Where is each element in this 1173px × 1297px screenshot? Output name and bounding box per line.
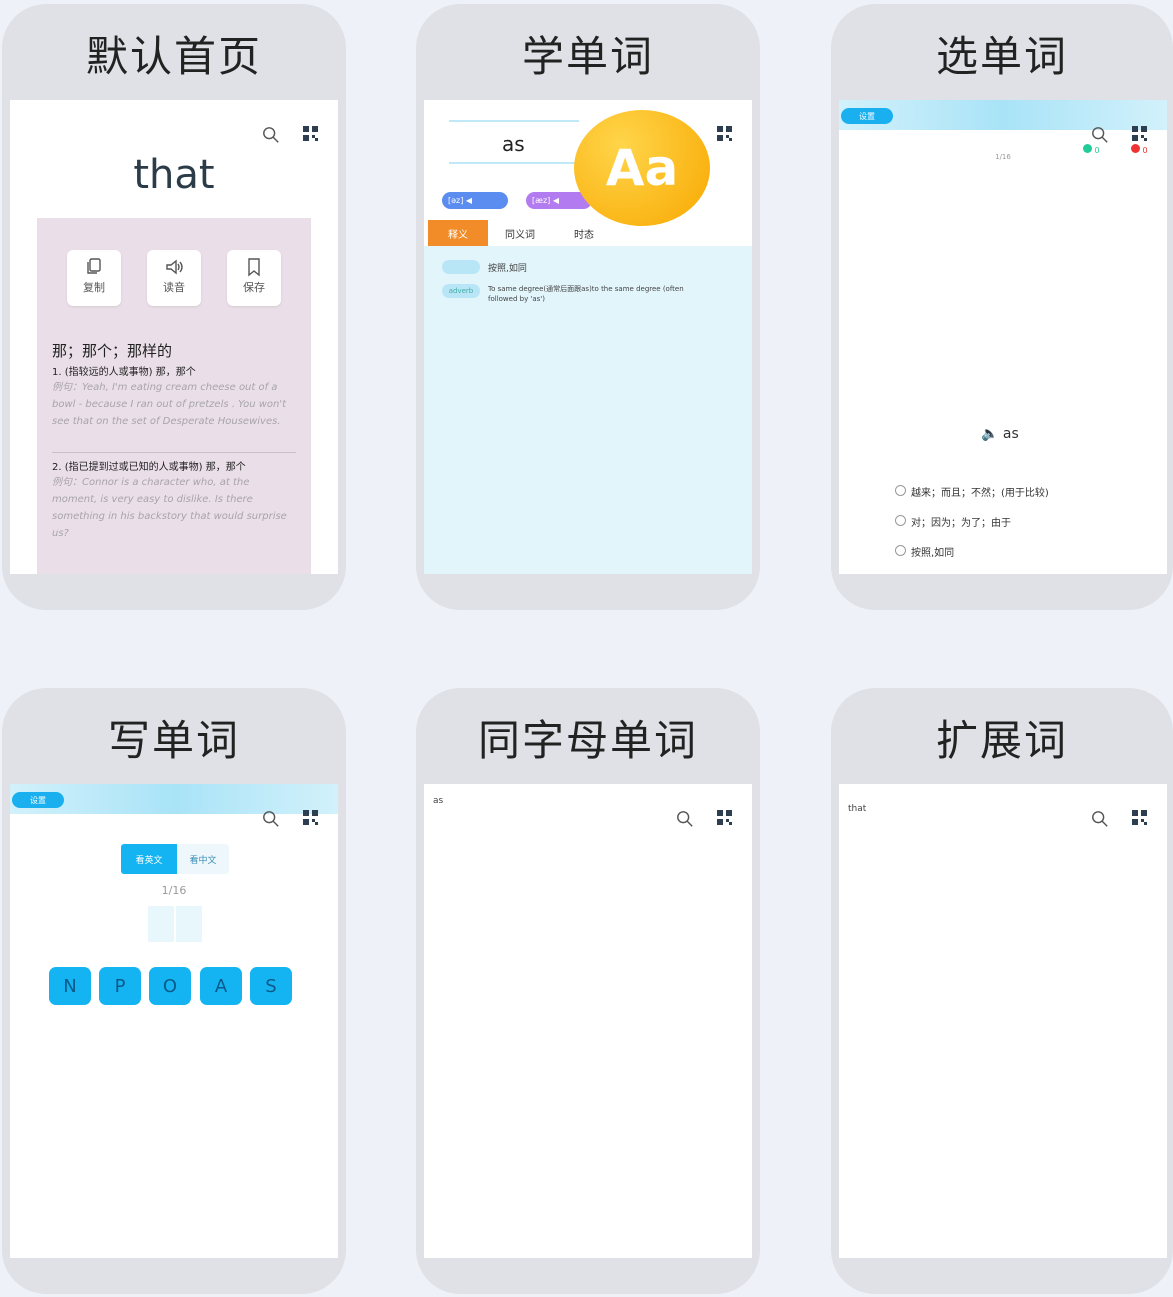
sense-example: 例句：Connor is a character who, at the mom… (52, 477, 287, 539)
letter-key[interactable]: O (149, 967, 191, 1005)
header-band: 设置 (10, 784, 338, 814)
letter-key[interactable]: P (99, 967, 141, 1005)
letter-key[interactable]: A (200, 967, 242, 1005)
tab-tense[interactable]: 时态 (552, 220, 616, 246)
phone-title: 扩展词 (935, 715, 1068, 765)
screen: that (839, 784, 1167, 1258)
pos-tag (442, 260, 480, 274)
word-label: that (848, 804, 867, 814)
meaning-panel: 按照,如同 adverb To same degree(通常后面跟as)to t… (424, 246, 752, 574)
grid-menu-icon[interactable] (1132, 810, 1148, 826)
phone-title: 默认首页 (85, 31, 262, 81)
phone-title: 学单词 (521, 31, 654, 81)
option-text[interactable]: 越来；而且；不然；(用于比较) (911, 484, 1049, 499)
headword: as (502, 132, 525, 156)
decor-line (449, 162, 579, 164)
mode-chinese-button[interactable]: 看中文 (177, 844, 229, 874)
grid-menu-icon[interactable] (717, 810, 733, 826)
tab-meaning[interactable]: 释义 (428, 220, 488, 246)
decor-line (449, 120, 579, 122)
save-button[interactable]: 保存 (227, 250, 281, 306)
settings-pill[interactable]: 设置 (12, 792, 64, 808)
screen: 设置 看英文 看中文 1/16 N P O A S (10, 784, 338, 1258)
grid-menu-icon[interactable] (1132, 126, 1148, 142)
settings-pill[interactable]: 设置 (841, 108, 893, 124)
speaker-icon: ◀ (465, 196, 473, 205)
screen: that 复制 读音 保存 那；那个；那样的 1. (指较远的人或事物) 那，那… (10, 100, 338, 574)
pronounce-button[interactable]: 读音 (147, 250, 201, 306)
copy-button[interactable]: 复制 (67, 250, 121, 306)
search-icon[interactable] (676, 810, 694, 828)
aa-badge: Aa (574, 110, 710, 226)
sense-gloss: 2. (指已提到过或已知的人或事物) 那，那个 (52, 462, 246, 473)
definition-card: 复制 读音 保存 那；那个；那样的 1. (指较远的人或事物) 那，那个 例句：… (37, 218, 311, 574)
answer-slot (148, 906, 174, 942)
screen: as (424, 784, 752, 1258)
meaning-text: 按照,如同 (488, 264, 527, 274)
phonetic-text: [æz] (532, 196, 551, 205)
option-text[interactable]: 对；因为；为了；由于 (911, 514, 1011, 529)
sense-example: 例句：Yeah, I'm eating cream cheese out of … (52, 382, 287, 427)
option-radio[interactable] (895, 545, 906, 556)
speaker-icon: ◀ (552, 196, 559, 205)
screen: as [əz] ◀ [æz] ◀ Aa 释义 同义词 时态 按照,如同 adve… (424, 100, 752, 574)
grid-menu-icon[interactable] (303, 126, 319, 142)
phonetic-text: [əz] (448, 196, 464, 205)
phone-write: 写单词 设置 看英文 看中文 1/16 N P O A S (2, 688, 346, 1294)
phone-title: 同字母单词 (477, 715, 698, 765)
search-icon[interactable] (262, 126, 280, 144)
progress: 1/16 (995, 153, 1011, 161)
check-icon (1083, 144, 1092, 153)
word-label: as (433, 796, 444, 806)
definition-summary: 那；那个；那样的 (52, 342, 173, 360)
copy-label: 复制 (83, 281, 105, 294)
headword: that (133, 152, 215, 198)
search-icon[interactable] (1091, 126, 1109, 144)
phonetic-uk-pill[interactable]: [əz] ◀ (442, 192, 508, 209)
header-band: 设置 (839, 100, 1167, 130)
save-label: 保存 (243, 281, 265, 294)
screen: 设置 0 0 1/16 🔈 as 越来；而且；不然；(用于比较) 对；因为；为了… (839, 100, 1167, 574)
phone-same-letters: 同字母单词 as (416, 688, 760, 1294)
phone-title: 选单词 (935, 31, 1068, 81)
option-radio[interactable] (895, 485, 906, 496)
mode-english-button[interactable]: 看英文 (121, 844, 177, 874)
phone-learn: 学单词 as [əz] ◀ [æz] ◀ Aa 释义 同义词 时态 按照,如同 … (416, 4, 760, 610)
copy-icon (84, 257, 104, 277)
phone-home: 默认首页 that 复制 读音 保存 那；那个；那样的 1. (指较远的人或事物… (2, 4, 346, 610)
search-icon[interactable] (1091, 810, 1109, 828)
grid-menu-icon[interactable] (717, 126, 733, 142)
question-text: as (1002, 426, 1019, 442)
phone-title: 写单词 (107, 715, 240, 765)
phone-extend: 扩展词 that (831, 688, 1173, 1294)
answer-slot (176, 906, 202, 942)
pos-tag: adverb (442, 284, 480, 298)
tab-synonym[interactable]: 同义词 (488, 220, 552, 246)
pronounce-label: 读音 (163, 281, 185, 294)
meaning-text: To same degree(通常后面跟as)to the same degre… (488, 285, 684, 303)
bookmark-icon (244, 257, 264, 277)
letter-key[interactable]: N (49, 967, 91, 1005)
sense-gloss: 1. (指较远的人或事物) 那，那个 (52, 367, 196, 378)
letter-key[interactable]: S (250, 967, 292, 1005)
question-word[interactable]: 🔈 as (981, 426, 1019, 442)
option-radio[interactable] (895, 515, 906, 526)
phone-choose: 选单词 设置 0 0 1/16 🔈 as 越来；而且；不然；(用于比较) 对；因… (831, 4, 1173, 610)
speaker-icon: 🔈 (981, 426, 999, 442)
divider (52, 452, 296, 453)
grid-menu-icon[interactable] (303, 810, 319, 826)
speaker-icon (164, 257, 184, 277)
search-icon[interactable] (262, 810, 280, 828)
progress: 1/16 (161, 884, 187, 897)
cross-icon (1131, 144, 1140, 153)
option-text[interactable]: 按照,如同 (911, 544, 954, 559)
